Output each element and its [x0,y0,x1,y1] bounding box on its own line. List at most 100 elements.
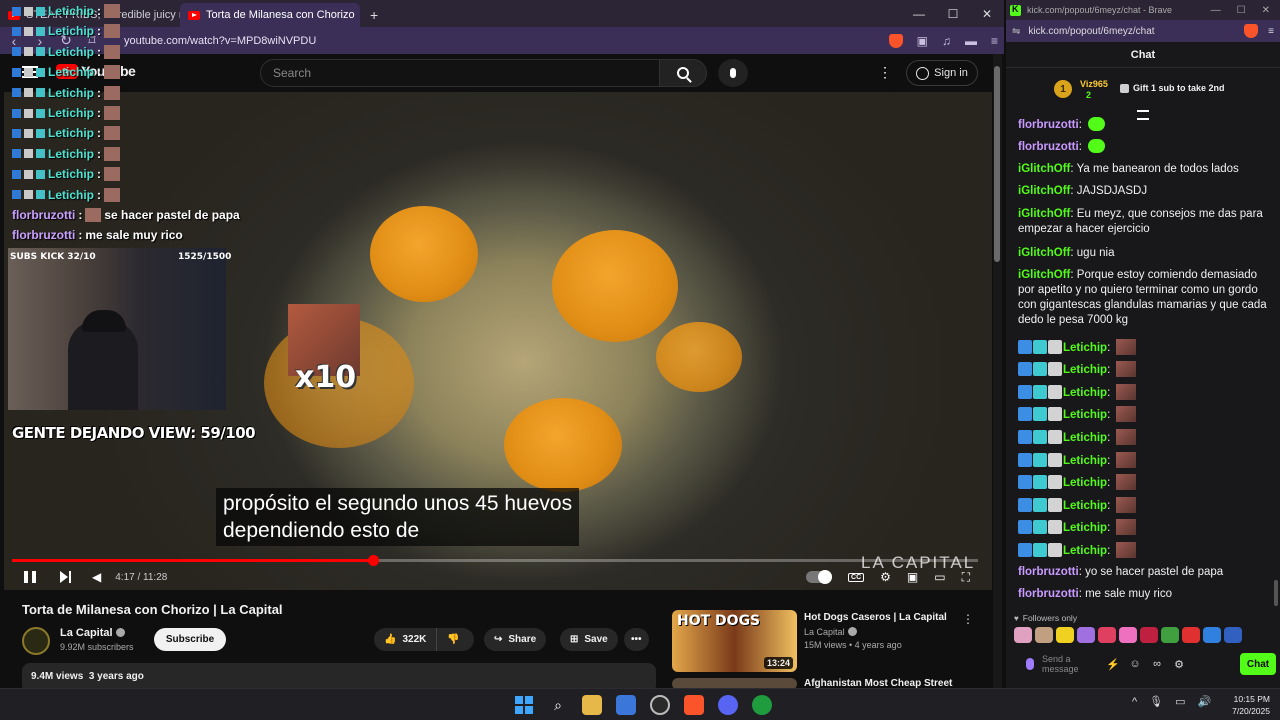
brave-shields-icon[interactable] [888,33,903,48]
menu-icon[interactable]: ≡ [1268,26,1274,37]
tray-overflow-icon[interactable]: ^ [1132,696,1137,708]
brave-shields-icon[interactable] [1244,24,1259,38]
share-button[interactable]: ↪ Share [484,628,547,651]
chat-username[interactable]: florbruzotti [1018,566,1079,578]
recommended-thumbnail[interactable] [672,678,797,688]
obs-icon[interactable] [650,695,670,715]
description-box[interactable]: 9.4M views 3 years ago [22,663,656,688]
quick-emote-icon[interactable] [1077,627,1095,643]
chat-username[interactable]: Letichip [1063,432,1107,444]
sign-in-button[interactable]: Sign in [906,60,978,86]
chat-username[interactable]: florbruzotti [1018,588,1079,600]
scrollbar-thumb[interactable] [994,66,1000,262]
recommended-title[interactable]: Hot Dogs Caseros | La Capital [804,612,947,623]
chat-username[interactable]: iGlitchOff [1018,208,1070,220]
chat-username[interactable]: florbruzotti [1018,141,1079,153]
chat-scrollbar[interactable] [1274,110,1278,610]
vpn-icon[interactable]: ▬ [965,34,977,48]
new-tab-button[interactable]: + [360,3,388,27]
chat-username[interactable]: Letichip [1063,522,1107,534]
quick-emote-icon[interactable] [1056,627,1074,643]
miniplayer-icon[interactable]: ▣ [907,570,918,584]
store-icon[interactable] [616,695,636,715]
recommended-video[interactable]: HOT DOGS 13:24 Hot Dogs Caseros | La Cap… [672,610,974,672]
system-clock[interactable]: 10:15 PM 7/20/2025 [1218,693,1270,717]
like-button[interactable]: 👍 322K [374,628,438,651]
site-settings-icon[interactable]: ⇋ [1012,26,1020,37]
send-chat-button[interactable]: Chat [1240,653,1276,675]
maximize-button[interactable]: ☐ [936,7,970,21]
chat-username[interactable]: Letichip [1063,545,1107,557]
close-window-button[interactable]: ✕ [970,7,1004,21]
microphone-tray-icon[interactable]: 🎙 [1149,695,1163,708]
chat-username[interactable]: Letichip [1063,500,1107,512]
voice-search-button[interactable] [718,59,748,87]
volume-icon[interactable]: 🔊 [1198,695,1212,708]
next-video-icon[interactable] [60,571,72,583]
chat-scrollbar-thumb[interactable] [1274,580,1278,606]
channel-avatar[interactable] [22,627,50,655]
progress-bar[interactable] [12,555,978,566]
kick-url-field[interactable]: kick.com/popout/6meyz/chat [1028,26,1154,37]
dislike-button[interactable]: 👎 [437,634,469,645]
search-icon[interactable]: ⌕ [548,695,568,715]
brave-browser-icon[interactable] [684,695,704,715]
sidebar-icon[interactable]: ▣ [917,34,928,48]
more-actions-button[interactable]: ••• [624,628,649,651]
captions-icon[interactable]: CC [848,572,865,582]
volume-icon[interactable]: ◀ [92,570,101,584]
file-explorer-icon[interactable] [582,695,602,715]
page-scrollbar[interactable] [993,54,1002,688]
chat-username[interactable]: iGlitchOff [1018,163,1070,175]
microphone-icon[interactable] [1026,658,1034,670]
fullscreen-icon[interactable]: ⛶ [962,570,970,585]
quick-emote-icon[interactable] [1182,627,1200,643]
chat-username[interactable]: florbruzotti [1018,119,1079,131]
quick-emote-icon[interactable] [1140,627,1158,643]
chat-username[interactable]: iGlitchOff [1018,185,1070,197]
chat-username[interactable]: iGlitchOff [1018,247,1070,259]
network-icon[interactable]: ▭ [1175,695,1185,708]
maximize-button[interactable]: ☐ [1237,5,1246,16]
quick-emote-icon[interactable] [1161,627,1179,643]
channel-name[interactable]: La Capital [60,627,125,639]
close-window-button[interactable]: ✕ [1262,5,1270,16]
chat-username[interactable]: Letichip [1063,387,1107,399]
gifter-username[interactable]: Viz965 [1080,79,1108,89]
xbox-icon[interactable] [752,695,772,715]
quick-emote-icon[interactable] [1224,627,1242,643]
quick-emote-icon[interactable] [1035,627,1053,643]
chat-username[interactable]: Letichip [1063,409,1107,421]
points-icon[interactable]: ∞ [1150,658,1164,670]
search-button[interactable] [659,59,707,87]
tab-torta-milanesa[interactable]: Torta de Milanesa con Chorizo ✕ [180,3,360,27]
settings-gear-icon[interactable]: ⚙ [1172,658,1186,671]
menu-icon[interactable]: ≡ [991,34,998,48]
quick-emote-icon[interactable] [1014,627,1032,643]
settings-kebab-icon[interactable]: ⋮ [878,64,892,81]
chat-username[interactable]: Letichip [1063,455,1107,467]
theater-mode-icon[interactable]: ▭ [934,570,945,584]
autoplay-toggle[interactable] [806,570,833,584]
minimize-button[interactable]: — [902,7,936,21]
quick-emote-icon[interactable] [1203,627,1221,643]
windows-start-icon[interactable] [514,695,534,715]
send-message-input[interactable] [1042,651,1098,677]
url-field[interactable]: youtube.com/watch?v=MPD8wiNVPDU [124,35,316,47]
save-button[interactable]: ⊞ Save [560,628,618,651]
minimize-button[interactable]: — [1211,5,1221,16]
subscribe-button[interactable]: Subscribe [154,628,226,651]
search-input[interactable] [261,60,659,86]
media-icon[interactable]: ♫ [942,34,951,48]
quick-emote-icon[interactable] [1119,627,1137,643]
progress-scrubber[interactable] [368,555,380,566]
gift-sub-cta[interactable]: Gift 1 sub to take 2nd [1120,83,1225,93]
recommended-title[interactable]: Afghanistan Most Cheap Street [804,678,952,688]
chat-username[interactable]: Letichip [1063,364,1107,376]
chat-username[interactable]: Letichip [1063,477,1107,489]
discord-icon[interactable] [718,695,738,715]
recommended-menu-icon[interactable]: ⋮ [962,612,974,626]
settings-gear-icon[interactable]: ⚙ [880,570,891,584]
chat-username[interactable]: iGlitchOff [1018,269,1070,281]
quick-emote-icon[interactable] [1098,627,1116,643]
